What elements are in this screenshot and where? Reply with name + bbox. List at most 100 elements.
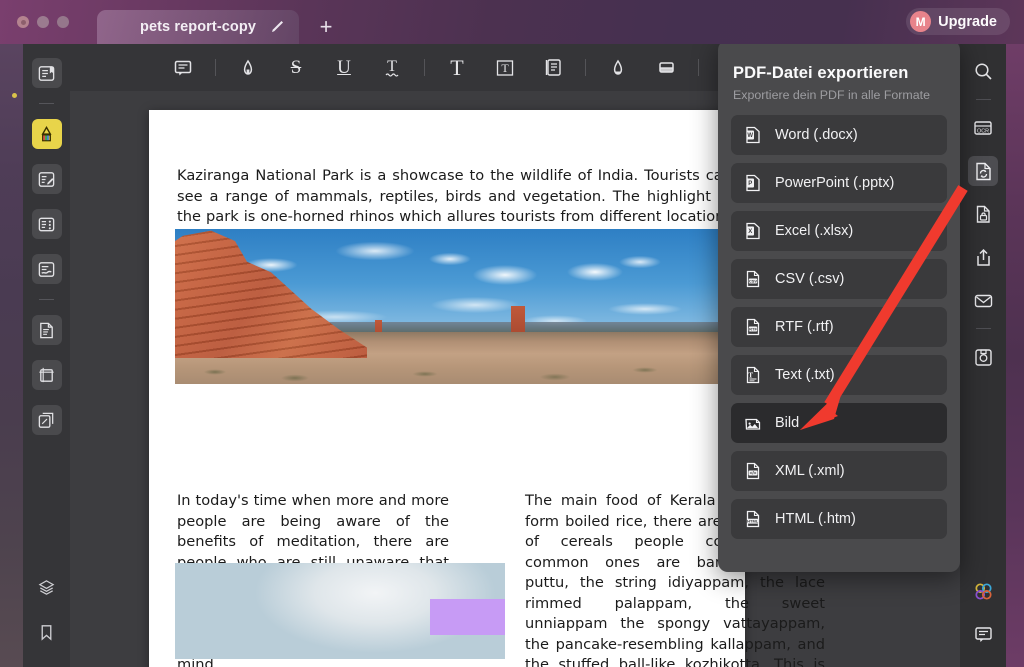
svg-text:CSV: CSV [748, 278, 757, 283]
right-sidebar-divider [976, 99, 991, 100]
csv-icon: CSV [742, 269, 763, 290]
export-option-label: Text (.txt) [775, 367, 835, 383]
sidebar-item-edit-text[interactable] [32, 58, 62, 88]
document-tab[interactable]: pets report-copy [97, 10, 299, 44]
export-panel-title: PDF-Datei exportieren [733, 64, 947, 83]
left-sidebar [23, 44, 70, 667]
export-option-label: RTF (.rtf) [775, 319, 834, 335]
upgrade-button[interactable]: M Upgrade [906, 8, 1010, 35]
export-option-label: Word (.docx) [775, 127, 858, 143]
eraser-icon[interactable] [650, 53, 682, 83]
right-accent-rail [1006, 44, 1024, 667]
export-option-image[interactable]: Bild [731, 403, 947, 443]
svg-text:HTML: HTML [747, 519, 759, 524]
right-sidebar: OCR [960, 44, 1006, 667]
upgrade-label: Upgrade [938, 14, 997, 30]
export-panel-subtitle: Exportiere dein PDF in alle Formate [733, 88, 947, 102]
pencil-icon[interactable] [270, 19, 285, 34]
powerpoint-icon: P [742, 173, 763, 194]
sidebar-divider [39, 103, 54, 104]
export-option-label: Excel (.xlsx) [775, 223, 853, 239]
svg-text:RTF: RTF [749, 326, 757, 331]
svg-text:P: P [748, 181, 752, 187]
export-option-xml[interactable]: </> XML (.xml) [731, 451, 947, 491]
sky-clouds-photo [175, 563, 505, 659]
sidebar-divider [39, 299, 54, 300]
toolbar-divider [698, 59, 699, 76]
highlighter-icon[interactable] [232, 53, 264, 83]
left-accent-rail [0, 44, 23, 667]
svg-text:T: T [387, 58, 397, 75]
sidebar-item-annotate[interactable] [32, 164, 62, 194]
toolbar-divider [585, 59, 586, 76]
comment-icon[interactable] [167, 53, 199, 83]
export-panel: PDF-Datei exportieren Exportiere dein PD… [718, 40, 960, 572]
html-icon: HTML [742, 509, 763, 530]
sidebar-item-signature[interactable] [32, 254, 62, 284]
export-option-html[interactable]: HTML HTML (.htm) [731, 499, 947, 539]
export-option-excel[interactable]: X Excel (.xlsx) [731, 211, 947, 251]
note-icon[interactable] [537, 53, 569, 83]
svg-text:OCR: OCR [977, 128, 989, 134]
sidebar-item-pages[interactable] [32, 315, 62, 345]
excel-icon: X [742, 221, 763, 242]
maximize-window-button[interactable] [57, 16, 69, 28]
new-tab-button[interactable]: + [313, 14, 339, 40]
export-option-label: PowerPoint (.pptx) [775, 175, 894, 191]
share-icon[interactable] [968, 242, 998, 272]
desert-canyon-photo [175, 229, 720, 384]
svg-text:</>: </> [749, 471, 756, 476]
image-icon [742, 413, 763, 434]
rtf-icon: RTF [742, 317, 763, 338]
sidebar-item-layers[interactable] [32, 572, 62, 602]
mail-icon[interactable] [968, 285, 998, 315]
save-icon[interactable] [968, 342, 998, 372]
pen-icon[interactable] [602, 53, 634, 83]
export-option-word[interactable]: W Word (.docx) [731, 115, 947, 155]
text-icon[interactable]: T [441, 53, 473, 83]
export-option-label: CSV (.csv) [775, 271, 844, 287]
search-icon[interactable] [968, 56, 998, 86]
sidebar-item-forms[interactable] [32, 209, 62, 239]
export-option-label: HTML (.htm) [775, 511, 856, 527]
ocr-icon[interactable]: OCR [968, 113, 998, 143]
window-traffic-lights[interactable] [17, 16, 69, 28]
toolbar-divider [424, 59, 425, 76]
sidebar-item-highlighter[interactable] [32, 119, 62, 149]
pdf-editor-window: pets report-copy + M Upgrade [0, 0, 1024, 667]
upgrade-badge-icon: M [910, 11, 931, 32]
right-sidebar-divider [976, 328, 991, 329]
export-option-csv[interactable]: CSV CSV (.csv) [731, 259, 947, 299]
svg-text:T: T [501, 61, 509, 75]
sidebar-item-bookmarks[interactable] [32, 617, 62, 647]
squiggly-underline-icon[interactable]: T [376, 53, 408, 83]
export-option-text[interactable]: T Text (.txt) [731, 355, 947, 395]
purple-highlight-annotation[interactable] [430, 599, 505, 635]
protect-icon[interactable] [968, 199, 998, 229]
sidebar-item-crop[interactable] [32, 360, 62, 390]
svg-text:X: X [748, 229, 752, 235]
xml-icon: </> [742, 461, 763, 482]
text-icon: T [742, 365, 763, 386]
ai-assistant-icon[interactable] [968, 576, 998, 606]
tab-title: pets report-copy [140, 19, 256, 35]
pdf-page: Kaziranga National Park is a showcase to… [149, 110, 745, 667]
export-option-label: Bild [775, 415, 799, 431]
strikethrough-icon[interactable]: S [280, 53, 312, 83]
word-icon: W [742, 125, 763, 146]
title-bar: pets report-copy + M Upgrade [0, 0, 1024, 44]
svg-text:T: T [748, 370, 753, 379]
convert-icon[interactable] [968, 156, 998, 186]
svg-text:W: W [747, 133, 753, 139]
text-box-icon[interactable]: T [489, 53, 521, 83]
comments-icon[interactable] [968, 619, 998, 649]
export-option-powerpoint[interactable]: P PowerPoint (.pptx) [731, 163, 947, 203]
export-option-rtf[interactable]: RTF RTF (.rtf) [731, 307, 947, 347]
close-window-button[interactable] [17, 16, 29, 28]
toolbar-divider [215, 59, 216, 76]
sidebar-item-organize[interactable] [32, 405, 62, 435]
underline-icon[interactable]: U [328, 53, 360, 83]
export-option-label: XML (.xml) [775, 463, 845, 479]
minimize-window-button[interactable] [37, 16, 49, 28]
active-tool-indicator-dot [12, 93, 17, 98]
